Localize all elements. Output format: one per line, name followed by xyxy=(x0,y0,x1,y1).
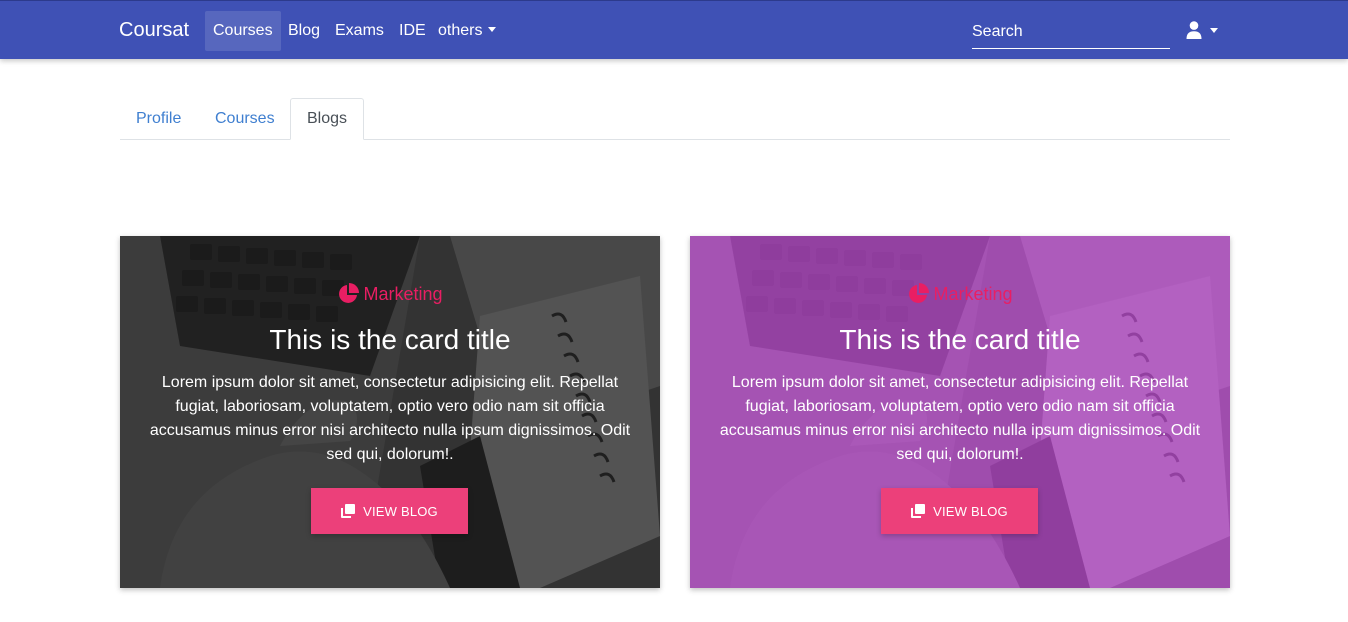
nav-link-ide[interactable]: IDE xyxy=(391,11,434,51)
card-category-label: Marketing xyxy=(933,283,1013,304)
profile-tabs: Profile Courses Blogs xyxy=(120,98,1230,140)
card-category: Marketing xyxy=(690,283,1230,305)
card-title: This is the card title xyxy=(839,324,1081,355)
view-blog-button[interactable]: VIEW BLOG xyxy=(311,488,468,534)
tab-profile[interactable]: Profile xyxy=(120,98,197,140)
search-input[interactable] xyxy=(972,15,1170,49)
card-category: Marketing xyxy=(120,283,660,305)
blog-card: Marketing This is the card title Lorem i… xyxy=(120,236,660,588)
pie-chart-icon xyxy=(339,283,360,303)
blog-card: Marketing This is the card title Lorem i… xyxy=(690,236,1230,588)
user-menu-button[interactable] xyxy=(1186,20,1218,40)
card-body: Marketing This is the card title Lorem i… xyxy=(120,236,660,588)
copy-icon xyxy=(341,504,356,518)
user-icon xyxy=(1186,21,1202,39)
card-text: Lorem ipsum dolor sit amet, consectetur … xyxy=(719,374,1201,463)
card-body: Marketing This is the card title Lorem i… xyxy=(690,236,1230,588)
nav-dropdown-others[interactable]: others xyxy=(430,11,504,51)
nav-link-exams[interactable]: Exams xyxy=(327,11,392,51)
brand-logo[interactable]: Coursat xyxy=(119,19,189,42)
view-blog-button-label: VIEW BLOG xyxy=(363,503,438,519)
caret-down-icon xyxy=(488,27,497,32)
card-category-label: Marketing xyxy=(363,283,443,304)
caret-down-icon xyxy=(1210,27,1218,33)
view-blog-button-label: VIEW BLOG xyxy=(933,503,1008,519)
tab-blogs[interactable]: Blogs xyxy=(290,98,365,140)
view-blog-button[interactable]: VIEW BLOG xyxy=(881,488,1038,534)
copy-icon xyxy=(911,504,926,518)
tab-courses[interactable]: Courses xyxy=(199,98,291,140)
card-text: Lorem ipsum dolor sit amet, consectetur … xyxy=(149,374,631,463)
nav-dropdown-others-label: others xyxy=(438,22,483,39)
nav-link-blog[interactable]: Blog xyxy=(280,11,328,51)
card-title: This is the card title xyxy=(269,324,511,355)
nav-link-courses[interactable]: Courses xyxy=(205,11,281,51)
pie-chart-icon xyxy=(909,283,930,303)
navbar: Coursat Courses Blog Exams IDE others xyxy=(0,0,1348,59)
